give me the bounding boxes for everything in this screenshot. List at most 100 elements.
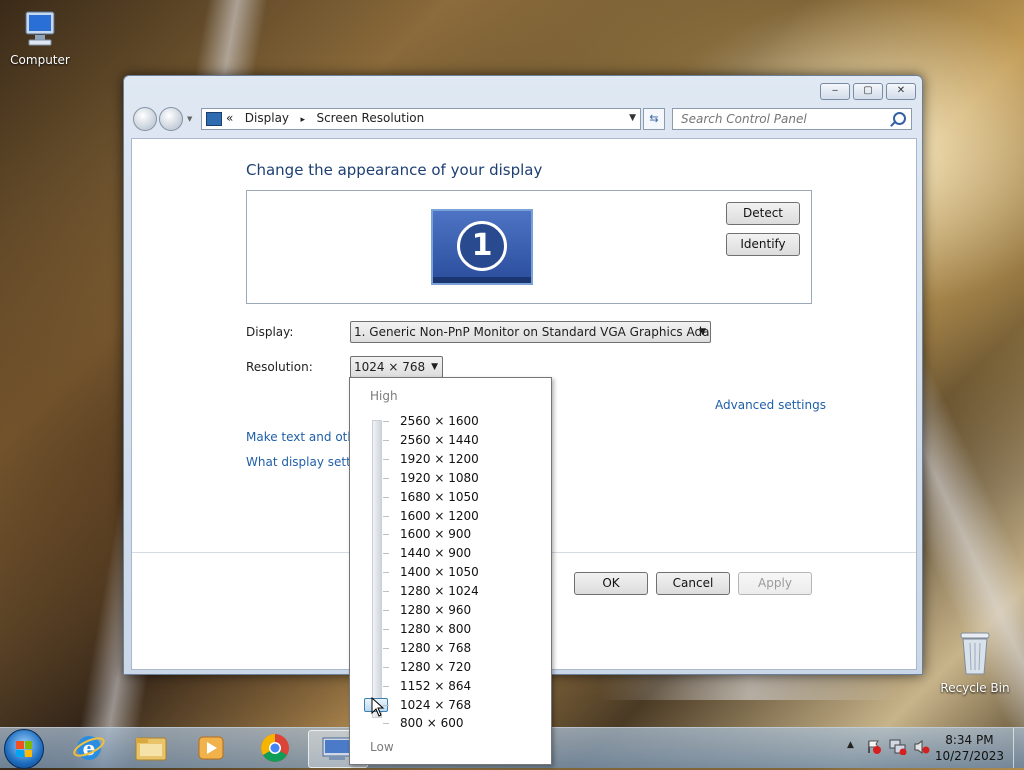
resolution-select[interactable]: 1024 × 768 ▼ [350, 356, 443, 378]
refresh-button[interactable]: ⇆ [643, 108, 665, 130]
media-player-icon [198, 736, 224, 760]
recycle-bin-icon [958, 630, 992, 678]
back-button[interactable] [133, 107, 157, 131]
control-panel-icon [206, 112, 222, 126]
monitor-taskbar [433, 277, 531, 283]
resolution-option[interactable]: 1600 × 900 [400, 527, 471, 541]
resolution-option[interactable]: 1440 × 900 [400, 546, 471, 560]
start-button[interactable] [4, 729, 44, 769]
system-clock[interactable]: 8:34 PM 10/27/2023 [935, 732, 1004, 764]
system-tray: ▲ 8:34 PM 10/27/2023 [834, 728, 1024, 768]
apply-button[interactable]: Apply [738, 572, 812, 595]
show-desktop-button[interactable] [1013, 728, 1024, 768]
resolution-option[interactable]: 800 × 600 [400, 716, 464, 730]
resolution-tick [383, 648, 389, 649]
clock-date: 10/27/2023 [934, 749, 1004, 763]
resolution-tick [383, 497, 389, 498]
resolution-option[interactable]: 1280 × 768 [400, 641, 471, 655]
display-select[interactable]: 1. Generic Non-PnP Monitor on Standard V… [350, 321, 711, 343]
chevron-down-icon: ▼ [699, 327, 706, 337]
breadcrumb-display[interactable]: Display [245, 111, 289, 125]
resolution-tick [383, 591, 389, 592]
folder-icon [135, 737, 167, 761]
page-title: Change the appearance of your display [246, 161, 543, 179]
resolution-tick [383, 610, 389, 611]
window-controls: ‒ ▢ ✕ [820, 83, 916, 100]
chrome-icon [261, 734, 289, 762]
resolution-tick [383, 421, 389, 422]
resolution-tick [383, 572, 389, 573]
maximize-button[interactable]: ▢ [853, 83, 883, 100]
mouse-pointer-icon [371, 696, 385, 720]
taskbar-internet-explorer[interactable]: e [62, 730, 116, 766]
resolution-tick [383, 478, 389, 479]
internet-explorer-icon: e [73, 736, 105, 760]
display-preview: 1 Detect Identify [246, 190, 812, 304]
show-hidden-icons-icon[interactable]: ▲ [847, 740, 854, 750]
breadcrumb-overflow[interactable]: « [226, 111, 233, 125]
resolution-tick [383, 629, 389, 630]
desktop-icon-recycle-bin[interactable]: Recycle Bin [935, 630, 1015, 695]
resolution-option[interactable]: 2560 × 1440 [400, 433, 479, 447]
volume-icon[interactable] [913, 739, 931, 755]
resolution-option[interactable]: 1280 × 960 [400, 603, 471, 617]
detect-button[interactable]: Detect [726, 202, 800, 225]
resolution-option[interactable]: 1280 × 720 [400, 660, 471, 674]
taskbar-windows-explorer[interactable] [124, 730, 178, 766]
resolution-option[interactable]: 2560 × 1600 [400, 414, 479, 428]
recent-pages-icon[interactable]: ▼ [187, 115, 192, 123]
address-bar[interactable]: « Display ▸ Screen Resolution ▼ [201, 108, 641, 130]
desktop-icon-label: Recycle Bin [940, 681, 1010, 695]
ok-button[interactable]: OK [574, 572, 648, 595]
desktop-icon-computer[interactable]: Computer [0, 10, 80, 67]
advanced-settings-link[interactable]: Advanced settings [715, 398, 826, 412]
taskbar-media-player[interactable] [184, 730, 238, 766]
resolution-option[interactable]: 1920 × 1080 [400, 471, 479, 485]
resolution-option[interactable]: 1600 × 1200 [400, 509, 479, 523]
resolution-tick [383, 534, 389, 535]
resolution-option[interactable]: 1920 × 1200 [400, 452, 479, 466]
resolution-tick [383, 686, 389, 687]
minimize-button[interactable]: ‒ [820, 83, 850, 100]
close-button[interactable]: ✕ [886, 83, 916, 100]
resolution-select-value: 1024 × 768 [354, 360, 426, 374]
resolution-tick [383, 459, 389, 460]
search-icon[interactable] [893, 112, 906, 125]
address-dropdown-icon[interactable]: ▼ [629, 113, 636, 123]
computer-icon [23, 10, 57, 50]
clock-time: 8:34 PM [945, 733, 994, 747]
network-icon[interactable] [889, 739, 907, 755]
resolution-tick [383, 440, 389, 441]
action-center-icon[interactable] [866, 739, 882, 755]
resolution-option[interactable]: 1280 × 1024 [400, 584, 479, 598]
resolution-tick [383, 516, 389, 517]
identify-button[interactable]: Identify [726, 233, 800, 256]
forward-button[interactable] [159, 107, 183, 131]
windows-logo-icon [16, 741, 32, 757]
resolution-option[interactable]: 1152 × 864 [400, 679, 471, 693]
monitor-number: 1 [457, 221, 507, 271]
search-box [672, 108, 912, 130]
cancel-button[interactable]: Cancel [656, 572, 730, 595]
display-select-value: 1. Generic Non-PnP Monitor on Standard V… [354, 325, 711, 339]
breadcrumb: « Display ▸ Screen Resolution [226, 111, 424, 125]
resolution-label: Resolution: [246, 360, 313, 374]
breadcrumb-screen-resolution[interactable]: Screen Resolution [316, 111, 424, 125]
resolution-option[interactable]: 1400 × 1050 [400, 565, 479, 579]
desktop-icon-label: Computer [10, 53, 70, 67]
breadcrumb-separator-icon[interactable]: ▸ [300, 115, 305, 125]
search-input[interactable] [679, 109, 888, 129]
monitor-1-icon[interactable]: 1 [431, 209, 533, 285]
taskbar-chrome[interactable] [248, 730, 302, 766]
chevron-down-icon: ▼ [431, 362, 438, 372]
resolution-option[interactable]: 1024 × 768 [400, 698, 471, 712]
resolution-tick [383, 667, 389, 668]
resolution-slider-track[interactable] [372, 420, 382, 718]
navigation-bar: ▼ « Display ▸ Screen Resolution ▼ ⇆ [131, 106, 915, 132]
display-label: Display: [246, 325, 294, 339]
resolution-tick [383, 723, 389, 724]
low-label: Low [370, 740, 394, 754]
resolution-tick [383, 553, 389, 554]
resolution-option[interactable]: 1680 × 1050 [400, 490, 479, 504]
resolution-option[interactable]: 1280 × 800 [400, 622, 471, 636]
